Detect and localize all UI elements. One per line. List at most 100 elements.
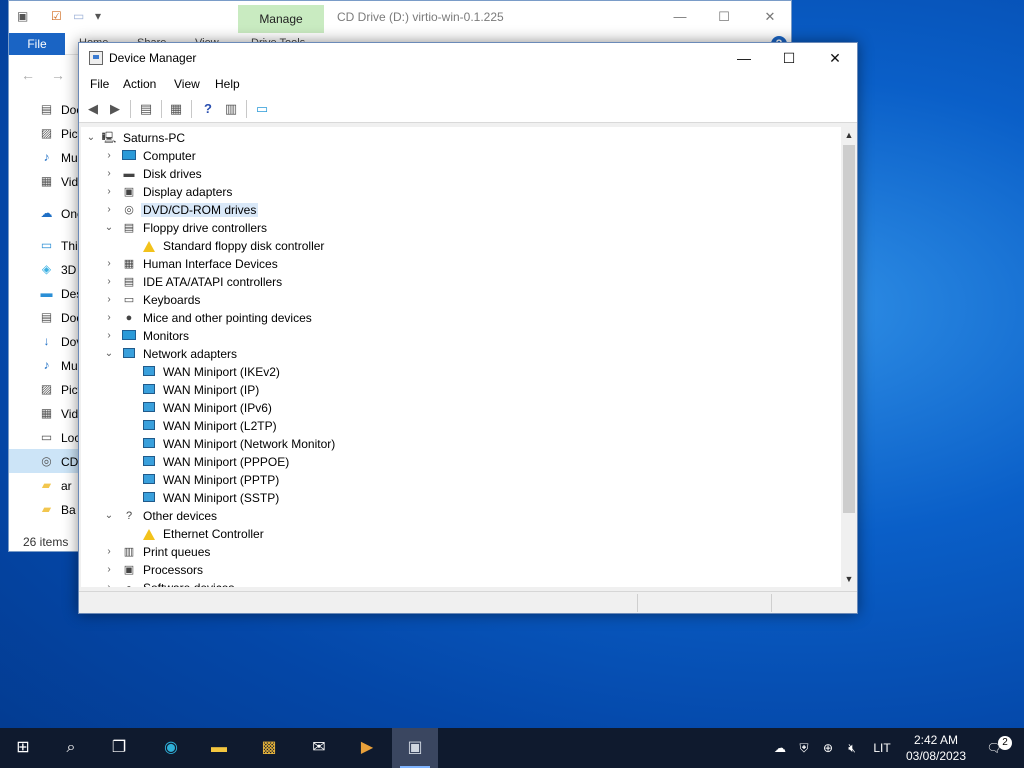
store-icon[interactable]: ▩: [246, 728, 292, 768]
help-icon[interactable]: ?: [199, 101, 217, 117]
devmgr-titlebar[interactable]: Device Manager — ☐ ✕: [79, 43, 857, 73]
tree-node[interactable]: WAN Miniport (SSTP): [81, 489, 841, 507]
tree-node[interactable]: › Computer: [81, 147, 841, 165]
back-arrow-icon[interactable]: ←: [21, 67, 35, 83]
language-indicator[interactable]: LIT: [868, 728, 896, 768]
explorer-maximize-button[interactable]: ☐: [709, 5, 739, 29]
chevron-down-icon[interactable]: ⌄: [103, 509, 115, 523]
tree-node[interactable]: WAN Miniport (Network Monitor): [81, 435, 841, 453]
device-manager-taskbar-icon[interactable]: ▣: [392, 728, 438, 768]
chevron-right-icon[interactable]: ›: [103, 167, 115, 181]
device-manager-window[interactable]: Device Manager — ☐ ✕ File Action View He…: [78, 42, 858, 614]
nav-item[interactable]: ◈ 3D: [9, 257, 79, 281]
clock[interactable]: 2:42 AM 03/08/2023: [900, 732, 972, 764]
mail-icon[interactable]: ✉: [296, 728, 342, 768]
devmgr-close-button[interactable]: ✕: [818, 46, 852, 70]
volume-muted-icon[interactable]: 🔇︎: [842, 728, 862, 768]
update-driver-icon[interactable]: ▥: [222, 101, 240, 117]
start-icon[interactable]: ⊞: [0, 728, 46, 768]
tree-node[interactable]: WAN Miniport (IP): [81, 381, 841, 399]
nav-item[interactable]: ▨ Pict: [9, 377, 79, 401]
properties-icon[interactable]: ▦: [167, 101, 185, 117]
menu-help[interactable]: Help: [215, 77, 240, 91]
chevron-down-icon[interactable]: ⌄: [103, 347, 115, 361]
tree-node[interactable]: › ▣ Display adapters: [81, 183, 841, 201]
tree-node[interactable]: WAN Miniport (IPv6): [81, 399, 841, 417]
nav-item[interactable]: ♪ Mu: [9, 353, 79, 377]
tree-node[interactable]: ⌄ Network adapters: [81, 345, 841, 363]
tree-node[interactable]: › ▦ Human Interface Devices: [81, 255, 841, 273]
explorer-close-button[interactable]: ✕: [755, 5, 785, 29]
chevron-right-icon[interactable]: ›: [103, 203, 115, 217]
edge-icon[interactable]: ◉: [148, 728, 194, 768]
tree-node[interactable]: Standard floppy disk controller: [81, 237, 841, 255]
search-icon[interactable]: ⌕: [48, 728, 94, 768]
scan-hardware-changes-icon[interactable]: ▭: [253, 101, 271, 117]
chevron-right-icon[interactable]: ›: [103, 311, 115, 325]
chevron-right-icon[interactable]: ›: [103, 329, 115, 343]
tree-node[interactable]: Ethernet Controller: [81, 525, 841, 543]
chevron-right-icon[interactable]: ›: [103, 149, 115, 163]
explorer-minimize-button[interactable]: —: [665, 5, 695, 29]
back-icon[interactable]: ◀: [84, 101, 102, 117]
nav-item[interactable]: ↓ Dov: [9, 329, 80, 353]
security-tray-icon[interactable]: ⛨: [794, 728, 814, 768]
nav-item[interactable]: ▤ Doc: [9, 305, 79, 329]
menu-file[interactable]: File: [90, 77, 109, 91]
tree-node[interactable]: WAN Miniport (PPPOE): [81, 453, 841, 471]
tree-node[interactable]: › ◎ DVD/CD-ROM drives: [81, 201, 841, 219]
tree-node[interactable]: › ▬ Disk drives: [81, 165, 841, 183]
menu-view[interactable]: View: [174, 77, 200, 91]
tree-node[interactable]: › ▪ Software devices: [81, 579, 841, 587]
scroll-down-arrow-icon[interactable]: ▼: [841, 571, 857, 587]
chevron-right-icon[interactable]: ›: [103, 545, 115, 559]
tree-node[interactable]: WAN Miniport (L2TP): [81, 417, 841, 435]
media-player-icon[interactable]: ▶: [344, 728, 390, 768]
chevron-right-icon[interactable]: ›: [103, 275, 115, 289]
nav-item[interactable]: ▭ This: [9, 233, 79, 257]
task-view-icon[interactable]: ❐: [96, 728, 142, 768]
nav-item[interactable]: ▨ Pict: [9, 121, 79, 145]
new-folder-icon[interactable]: ▭: [73, 9, 87, 23]
nav-item[interactable]: ▰ ar: [9, 473, 79, 497]
nav-item[interactable]: ▦ Vid: [9, 169, 79, 193]
explorer-titlebar[interactable]: ▣ ☑ ▭ ▾ Manage CD Drive (D:) virtio-win-…: [9, 1, 791, 33]
forward-arrow-icon[interactable]: →: [51, 67, 65, 83]
chevron-down-icon[interactable]: ⌄: [85, 131, 97, 145]
nav-item[interactable]: ▬ Des: [9, 281, 80, 305]
tree-node[interactable]: › Monitors: [81, 327, 841, 345]
onedrive-tray-icon[interactable]: ☁: [770, 728, 790, 768]
tree-node[interactable]: WAN Miniport (PPTP): [81, 471, 841, 489]
devmgr-minimize-button[interactable]: —: [727, 46, 761, 70]
tree-node[interactable]: ⌄ ▤ Floppy drive controllers: [81, 219, 841, 237]
menu-action[interactable]: Action: [123, 77, 156, 91]
nav-item[interactable]: ◎ CD: [9, 449, 79, 473]
chevron-right-icon[interactable]: ›: [103, 257, 115, 271]
checklist-icon[interactable]: ☑: [51, 9, 65, 23]
tree-node[interactable]: WAN Miniport (IKEv2): [81, 363, 841, 381]
device-tree[interactable]: ⌄ 🖳︎ Saturns-PC › Computer › ▬ Disk drives › ▣ Dis…: [81, 127, 841, 587]
tree-node[interactable]: ⌄? Other devices: [81, 507, 841, 525]
file-tab[interactable]: File: [9, 33, 65, 55]
tree-node[interactable]: › ▤ IDE ATA/ATAPI controllers: [81, 273, 841, 291]
chevron-right-icon[interactable]: ›: [103, 293, 115, 307]
tree-node[interactable]: › ▭ Keyboards: [81, 291, 841, 309]
nav-item[interactable]: ▦ Vid: [9, 401, 79, 425]
customize-toolbar-icon[interactable]: ▾: [95, 9, 109, 23]
network-tray-icon[interactable]: ⊕: [818, 728, 838, 768]
tree-node[interactable]: › ▣ Processors: [81, 561, 841, 579]
file-explorer-icon[interactable]: ▬: [196, 728, 242, 768]
tree-node[interactable]: › ▥ Print queues: [81, 543, 841, 561]
chevron-right-icon[interactable]: ›: [103, 581, 115, 587]
show-hide-console-tree-icon[interactable]: ▤: [137, 101, 155, 117]
nav-item[interactable]: ▤ Doc: [9, 97, 79, 121]
chevron-right-icon[interactable]: ›: [103, 563, 115, 577]
nav-item[interactable]: ▭ Loc: [9, 425, 79, 449]
drive-properties-icon[interactable]: ▣: [17, 9, 31, 23]
tree-node[interactable]: ⌄ 🖳︎ Saturns-PC: [81, 129, 841, 147]
chevron-right-icon[interactable]: ›: [103, 185, 115, 199]
manage-tab[interactable]: Manage: [238, 5, 324, 33]
chevron-down-icon[interactable]: ⌄: [103, 221, 115, 235]
nav-item[interactable]: ♪ Mu: [9, 145, 79, 169]
nav-item[interactable]: ☁ OneD: [9, 201, 80, 225]
